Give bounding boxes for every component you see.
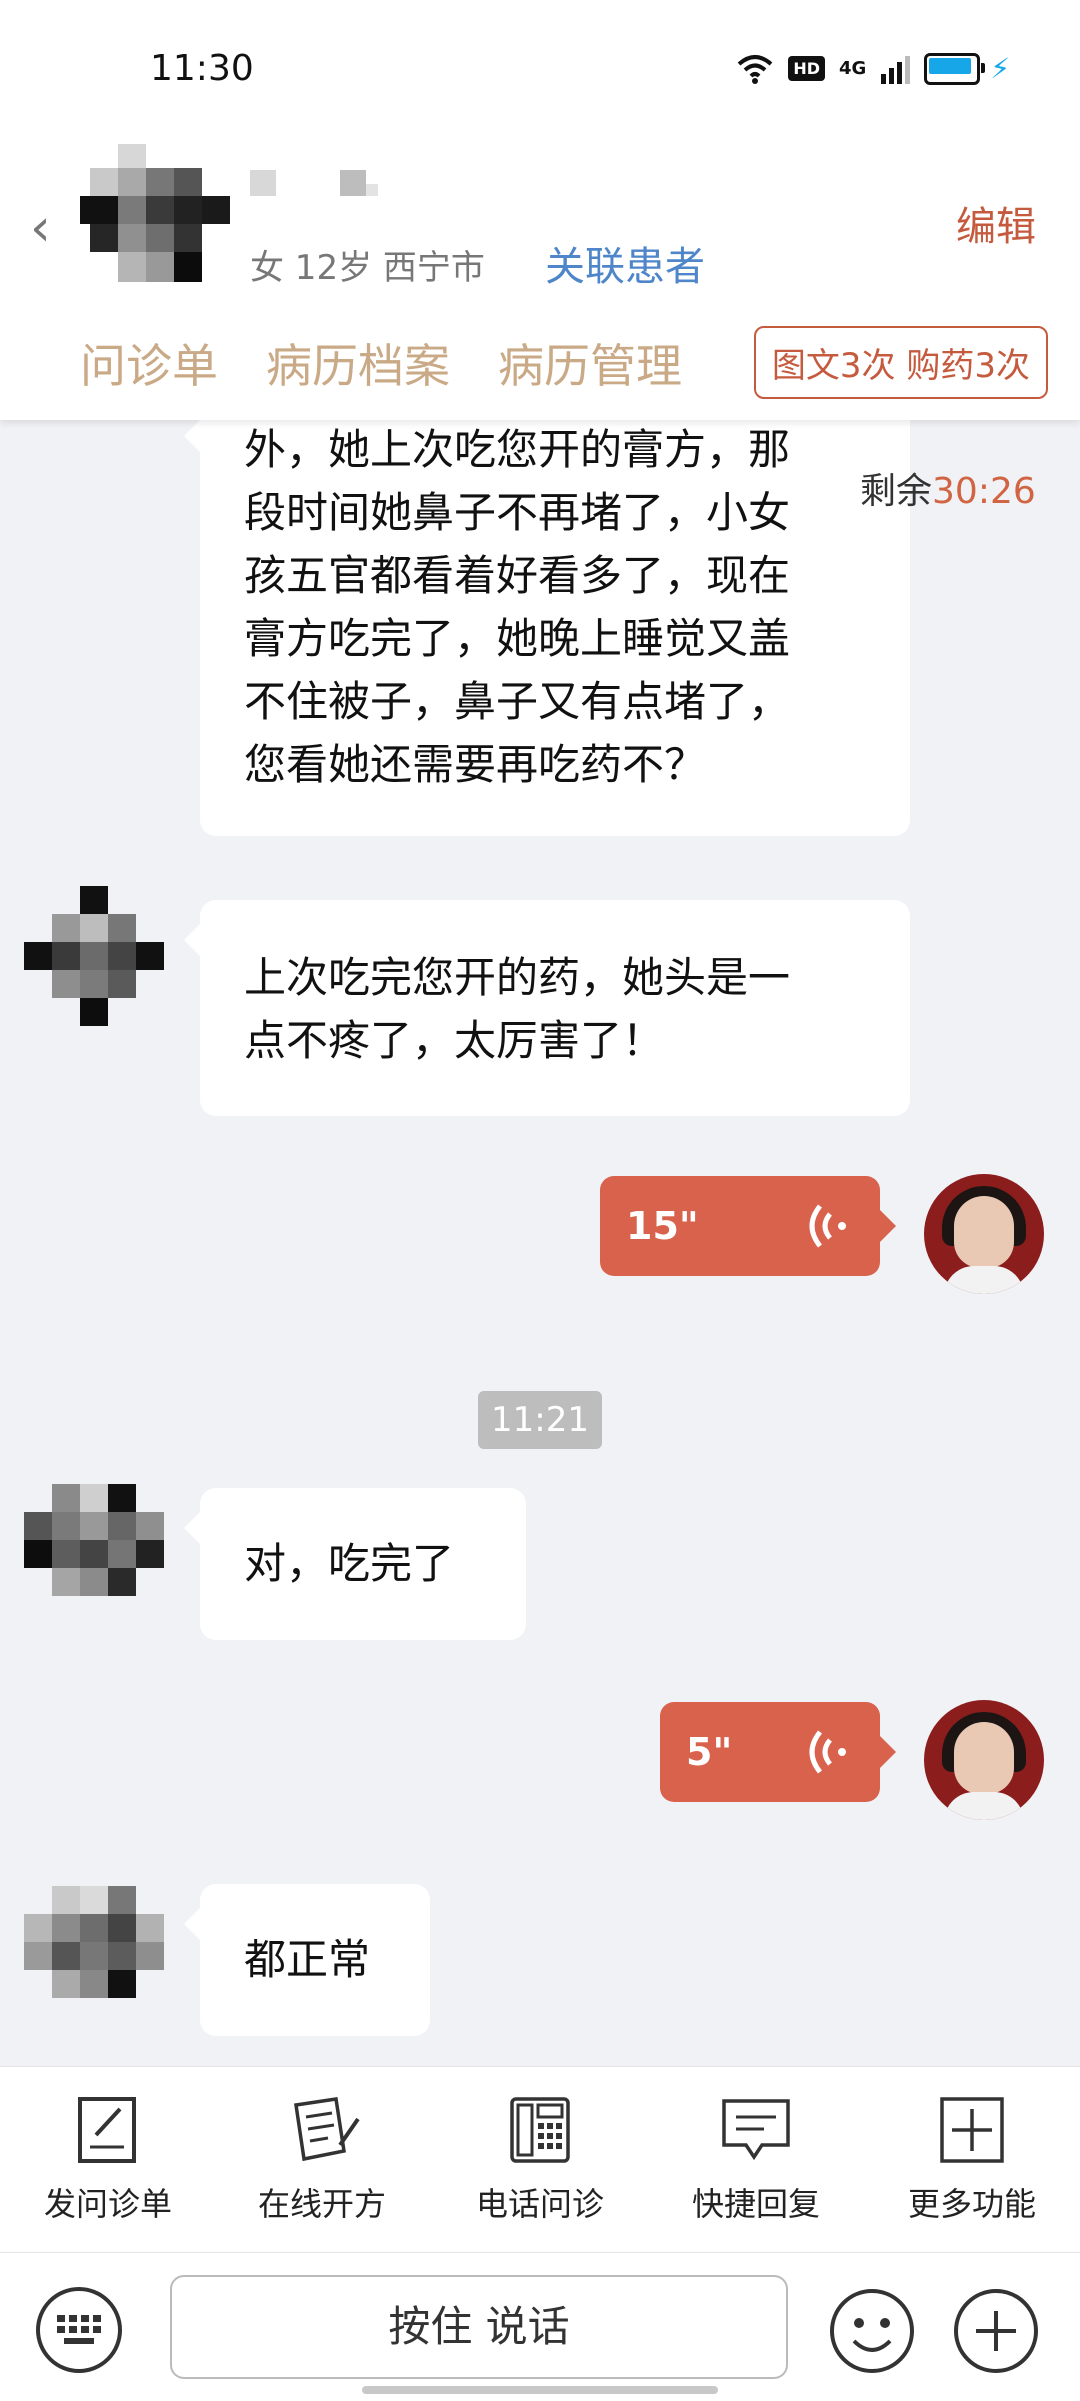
emoji-icon[interactable] [828,2287,916,2375]
header-tabs: 问诊单 病历档案 病历管理 [80,330,682,396]
tool-label: 更多功能 [907,2185,1036,2223]
message-timestamp: 11:21 [478,1391,602,1449]
message-bubble: 都正常 [184,1884,430,2036]
voice-duration: 5" [686,1730,733,1774]
link-patient-button[interactable]: 关联患者 [545,234,705,292]
message-bubble: 对，吃完了 [184,1488,526,1640]
patient-avatar [24,1484,164,1596]
quick-reply-button[interactable]: 快捷回复 [656,2067,856,2225]
voice-message[interactable]: 5" [660,1702,896,1802]
message-bubble: 外，她上次吃您开的膏方，那 段时间她鼻子不再堵了，小女 孩五官都看着好看多了，现… [184,396,910,836]
patient-avatar [80,144,230,282]
hold-to-talk-button[interactable]: 按住 说话 [170,2275,788,2379]
function-toolbar: 发问诊单 在线开方 电话问诊 快捷回复 更多功能 [0,2066,1080,2253]
message-line: 点不疼了，太厉害了！ [244,1016,665,1065]
tab-medical-records[interactable]: 病历档案 [266,330,450,396]
input-bar: 按住 说话 [0,2252,1080,2401]
edit-button[interactable]: 编辑 [956,194,1036,252]
message-line: 都正常 [244,1935,371,1984]
online-prescription-button[interactable]: 在线开方 [222,2067,422,2225]
message-line: 对，吃完了 [244,1539,455,1588]
edit-form-icon [78,2097,136,2163]
patient-info: 女 12岁 西宁市 [250,248,485,288]
tool-label: 在线开方 [257,2185,386,2223]
doctor-avatar [924,1700,1044,1820]
voice-message[interactable]: 15" [600,1176,896,1276]
tool-label: 快捷回复 [691,2185,820,2223]
voice-wave-icon [809,1730,846,1774]
remaining-value: 30:26 [932,471,1036,512]
tab-consultation-form[interactable]: 问诊单 [80,330,218,396]
send-form-button[interactable]: 发问诊单 [8,2067,208,2225]
battery-icon [924,52,986,85]
remaining-label: 剩余 [860,471,933,512]
status-time: 11:30 [150,48,254,89]
patient-name-redacted [250,170,378,196]
back-icon[interactable]: ‹ [30,198,51,258]
quota-badge: 图文3次 购药3次 [753,326,1048,399]
voice-wave-icon [809,1204,846,1248]
remaining-time: 剩余30:26 [860,462,1036,514]
doctor-avatar [924,1174,1044,1294]
message-bubble: 上次吃完您开的药，她头是一 点不疼了，太厉害了！ [184,900,910,1116]
patient-avatar [24,886,164,1026]
message-line: 上次吃完您开的药，她头是一 [244,953,791,1002]
patient-avatar [24,1886,164,1998]
more-functions-button[interactable]: 更多功能 [872,2067,1072,2225]
phone-icon [510,2097,570,2163]
message-icon [722,2099,790,2161]
tool-label: 电话问诊 [475,2185,604,2223]
message-line: 膏方吃完了，她晚上睡觉又盖 [244,614,791,663]
add-icon[interactable] [952,2287,1040,2375]
status-icons: HD 4G ⚡ [736,52,1010,85]
hd-icon: HD [788,56,826,81]
chat-header: ‹ 女 12岁 西宁市 关联患者 编辑 问诊单 病历档案 病历管理 图文3次 购… [0,130,1080,420]
message-line: 您看她还需要再吃药不？ [244,740,707,789]
signal-icon [881,55,911,84]
phone-consultation-button[interactable]: 电话问诊 [440,2067,640,2225]
voice-duration: 15" [626,1204,699,1248]
home-indicator [362,2386,718,2394]
message-line: 不住被子，鼻子又有点堵了， [244,677,791,726]
prescription-icon [294,2097,360,2162]
message-line: 孩五官都看着好看多了，现在 [244,551,791,600]
charging-icon: ⚡ [990,52,1010,85]
network-type: 4G [839,58,867,79]
keyboard-icon[interactable] [36,2287,122,2373]
tab-record-management[interactable]: 病历管理 [498,330,682,396]
status-bar: 11:30 HD 4G ⚡ [0,0,1080,130]
wifi-icon [738,54,773,84]
message-line: 外，她上次吃您开的膏方，那 [244,425,791,474]
message-line: 段时间她鼻子不再堵了，小女 [244,488,791,537]
plus-square-icon [940,2097,1004,2163]
tool-label: 发问诊单 [43,2185,172,2223]
